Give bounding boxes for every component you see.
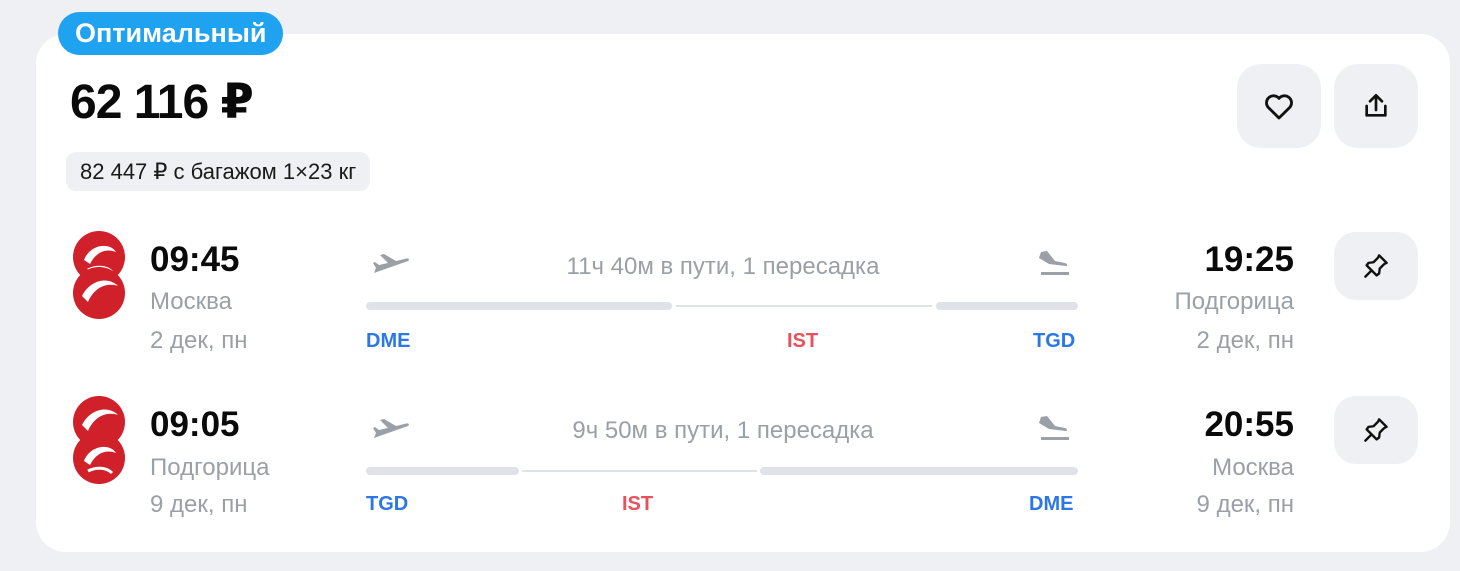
departure-city: Москва <box>150 288 232 315</box>
route-leg-2 <box>760 467 1078 475</box>
destination-airport-code: TGD <box>1033 330 1076 352</box>
airline-logo <box>73 396 125 484</box>
arrival-date: 2 дек, пн <box>1196 327 1294 354</box>
baggage-price[interactable]: 82 447 ₽ с багажом 1×23 кг <box>66 152 371 191</box>
arrival-time: 19:25 <box>1204 240 1294 279</box>
flight-duration: 9ч 50м в пути, 1 пересадка <box>572 417 874 444</box>
departure-time: 09:45 <box>150 240 240 279</box>
pin-icon <box>1364 254 1388 278</box>
share-button[interactable] <box>1334 64 1418 148</box>
route-leg-1 <box>366 467 519 475</box>
departure-date: 9 дек, пн <box>150 491 248 518</box>
pin-button[interactable] <box>1334 396 1418 464</box>
route-leg-1 <box>366 302 672 310</box>
arrival-time: 20:55 <box>1204 405 1294 444</box>
departure-time: 09:05 <box>150 405 240 444</box>
airline-logo <box>73 231 125 319</box>
heart-icon <box>1265 94 1293 120</box>
transfer-gap <box>676 305 932 307</box>
route-leg-2 <box>936 302 1078 310</box>
landing-icon <box>1039 251 1069 275</box>
transfer-gap <box>522 470 757 472</box>
ticket-price: 62 116 ₽ <box>70 76 254 129</box>
takeoff-icon <box>373 254 409 273</box>
arrival-date: 9 дек, пн <box>1196 491 1294 518</box>
arrival-city: Москва <box>1212 454 1294 481</box>
landing-icon <box>1039 416 1069 440</box>
offer-badge: Оптимальный <box>58 12 284 55</box>
origin-airport-code: TGD <box>366 493 409 515</box>
destination-airport-code: DME <box>1029 493 1074 515</box>
share-icon <box>1365 94 1387 117</box>
takeoff-icon <box>373 419 409 438</box>
origin-airport-code: DME <box>366 330 411 352</box>
arrival-city: Подгорица <box>1174 288 1295 315</box>
pin-icon <box>1364 418 1388 442</box>
pin-button[interactable] <box>1334 232 1418 300</box>
transfer-airport-code: IST <box>622 493 654 515</box>
departure-date: 2 дек, пн <box>150 327 248 354</box>
transfer-airport-code: IST <box>787 330 819 352</box>
departure-city: Подгорица <box>150 454 270 481</box>
favorite-button[interactable] <box>1237 64 1321 148</box>
flight-duration: 11ч 40м в пути, 1 пересадка <box>566 253 880 280</box>
